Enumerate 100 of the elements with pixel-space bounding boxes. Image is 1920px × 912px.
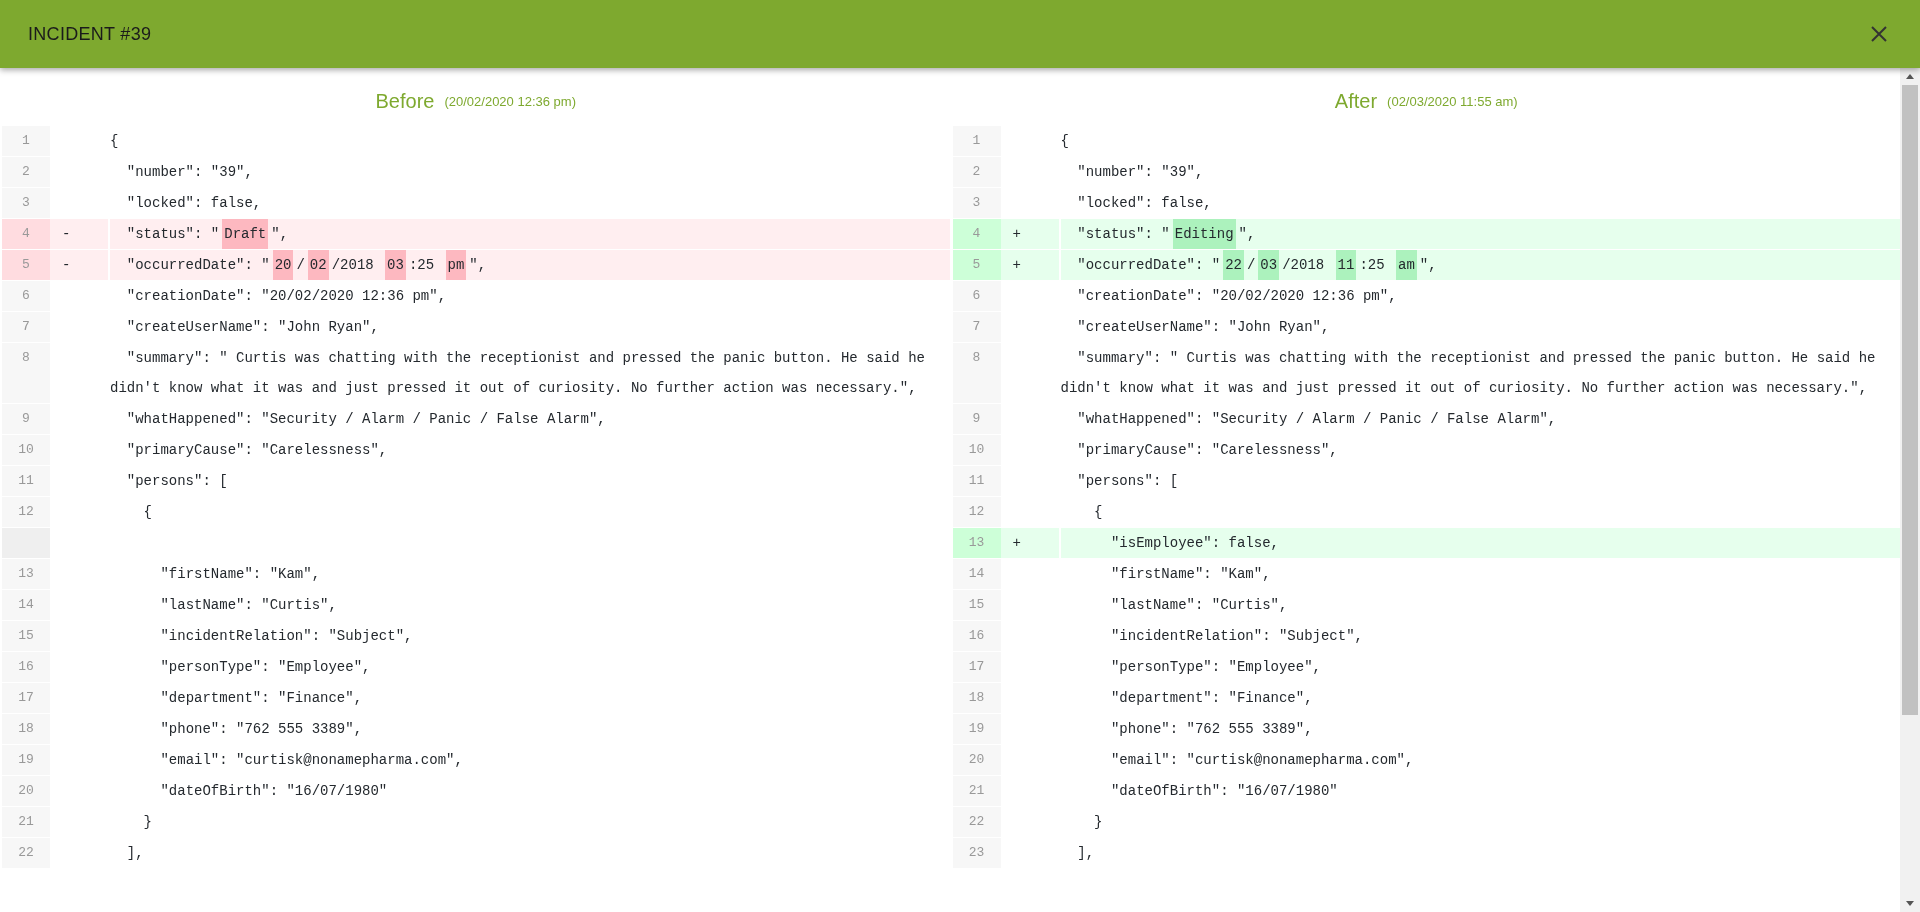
changed-word: 03: [385, 250, 406, 280]
changed-word: Editing: [1172, 219, 1236, 249]
line-number: 21: [2, 807, 50, 837]
line-number: 1: [952, 126, 1001, 156]
code-line: "summary": " Curtis was chatting with the receptionist and pressed the panic button. He said he didn't know what it was and just pressed it out of curiosity. No further action was necessary.",: [110, 349, 926, 398]
line-number: 13: [2, 559, 50, 589]
code-line: "lastName": "Curtis",: [159, 596, 338, 615]
changed-word: 03: [1258, 250, 1280, 280]
diff-marker: +: [1000, 219, 1059, 249]
code-line: "dateOfBirth": "16/07/1980": [159, 782, 389, 801]
line-number: 11: [952, 466, 1001, 496]
pane-timestamp: (20/02/2020 12:36 pm): [444, 93, 576, 109]
code-line: "whatHappened": "Security / Alarm / Panic / False Alarm",: [1076, 410, 1558, 429]
code-text: "occurredDate": ": [125, 257, 270, 273]
line-number: 6: [952, 281, 1001, 311]
code-line: "creationDate": "20/02/2020 12:36 pm",: [125, 287, 448, 306]
code-line: "firstName": "Kam",: [1109, 565, 1272, 584]
changed-word: 22: [1223, 250, 1244, 280]
line-number: 9: [952, 404, 1001, 434]
code-line: "phone": "762 555 3389",: [159, 720, 364, 739]
line-number: 15: [952, 590, 1001, 620]
code-line: "firstName": "Kam",: [159, 565, 322, 584]
line-number: 20: [2, 776, 50, 806]
code-text: ",: [1238, 226, 1256, 242]
line-number: 13: [952, 528, 1001, 558]
code-line: "createUserName": "John Ryan",: [125, 318, 380, 337]
code-line: "locked": false,: [125, 194, 263, 213]
code-line: "locked": false,: [1076, 194, 1213, 213]
line-number: 15: [2, 621, 50, 651]
scrollbar[interactable]: [1900, 68, 1920, 912]
scrollbar-thumb[interactable]: [1902, 85, 1918, 715]
line-number: 1: [2, 126, 50, 156]
line-number: 4: [952, 219, 1001, 249]
line-number: 5: [952, 250, 1001, 280]
dialog-title: INCIDENT #39: [28, 23, 152, 45]
code-line: ],: [1076, 844, 1096, 863]
code-text: "status": ": [1076, 226, 1170, 242]
code-line: }: [1093, 813, 1104, 832]
line-number: 14: [952, 559, 1001, 589]
line-number: 2: [2, 157, 50, 187]
code-line: {: [142, 503, 153, 522]
code-text: :25: [408, 257, 436, 273]
code-text: ",: [1419, 257, 1437, 273]
line-number: 16: [2, 652, 50, 682]
line-number: 19: [2, 745, 50, 775]
code-line: "personType": "Employee",: [1109, 658, 1322, 677]
line-number: 10: [952, 435, 1001, 465]
code-line: "primaryCause": "Carelessness",: [1076, 441, 1339, 460]
code-line: "email": "curtisk@nonamepharma.com",: [1109, 751, 1415, 770]
line-number: 16: [952, 621, 1001, 651]
code-line: "lastName": "Curtis",: [1109, 596, 1289, 615]
line-number: 4: [2, 219, 50, 249]
line-number: 21: [952, 776, 1001, 806]
code-line: "createUserName": "John Ryan",: [1076, 318, 1331, 337]
code-text: ",: [271, 226, 289, 242]
line-number: 7: [952, 312, 1001, 342]
line-number: 23: [952, 838, 1001, 868]
line-number: 18: [2, 714, 50, 744]
code-line: "summary": " Curtis was chatting with the receptionist and pressed the panic button. He said he didn't know what it was and just pressed it out of curiosity. No further action was necessary.",: [1060, 349, 1877, 398]
code-line: {: [1060, 132, 1070, 151]
code-line: "whatHappened": "Security / Alarm / Panic / False Alarm",: [125, 410, 607, 429]
code-text: :25: [1359, 257, 1386, 273]
line-number: 12: [952, 497, 1001, 527]
code-line: }: [142, 813, 153, 832]
line-number: 9: [2, 404, 50, 434]
code-line: "persons": [: [125, 472, 229, 491]
line-number: 8: [952, 343, 1001, 403]
line-number: 22: [2, 838, 50, 868]
line-number: 18: [952, 683, 1001, 713]
code-text: "status": ": [125, 226, 220, 242]
pane-timestamp: (02/03/2020 11:55 am): [1387, 93, 1518, 109]
changed-word: 11: [1335, 250, 1357, 280]
changed-word: pm: [445, 250, 467, 280]
diff-marker: -: [50, 219, 108, 249]
close-icon: [1870, 25, 1888, 43]
diff-marker: -: [50, 250, 108, 280]
line-number: 2: [952, 157, 1001, 187]
line-number: 14: [2, 590, 50, 620]
code-line: "personType": "Employee",: [159, 658, 372, 677]
code-line: "creationDate": "20/02/2020 12:36 pm",: [1076, 287, 1398, 306]
code-line: {: [110, 132, 120, 151]
code-text: /2018: [1282, 257, 1326, 273]
pane-title: Before: [375, 89, 435, 113]
line-number: 11: [2, 466, 50, 496]
line-number: 6: [2, 281, 50, 311]
line-number: 20: [952, 745, 1001, 775]
code-line: "department": "Finance",: [159, 689, 364, 708]
line-number: 19: [952, 714, 1001, 744]
code-text: /: [296, 257, 305, 273]
changed-word: 20: [272, 250, 294, 280]
line-number: 17: [2, 683, 50, 713]
line-number: 7: [2, 312, 50, 342]
changed-word: am: [1396, 250, 1417, 280]
line-number: 8: [2, 343, 50, 403]
code-line: "phone": "762 555 3389",: [1109, 720, 1314, 739]
changed-word: 02: [307, 250, 329, 280]
code-line: ],: [125, 844, 145, 863]
changed-word: Draft: [222, 219, 269, 249]
code-text: ",: [469, 257, 487, 273]
line-number: 12: [2, 497, 50, 527]
